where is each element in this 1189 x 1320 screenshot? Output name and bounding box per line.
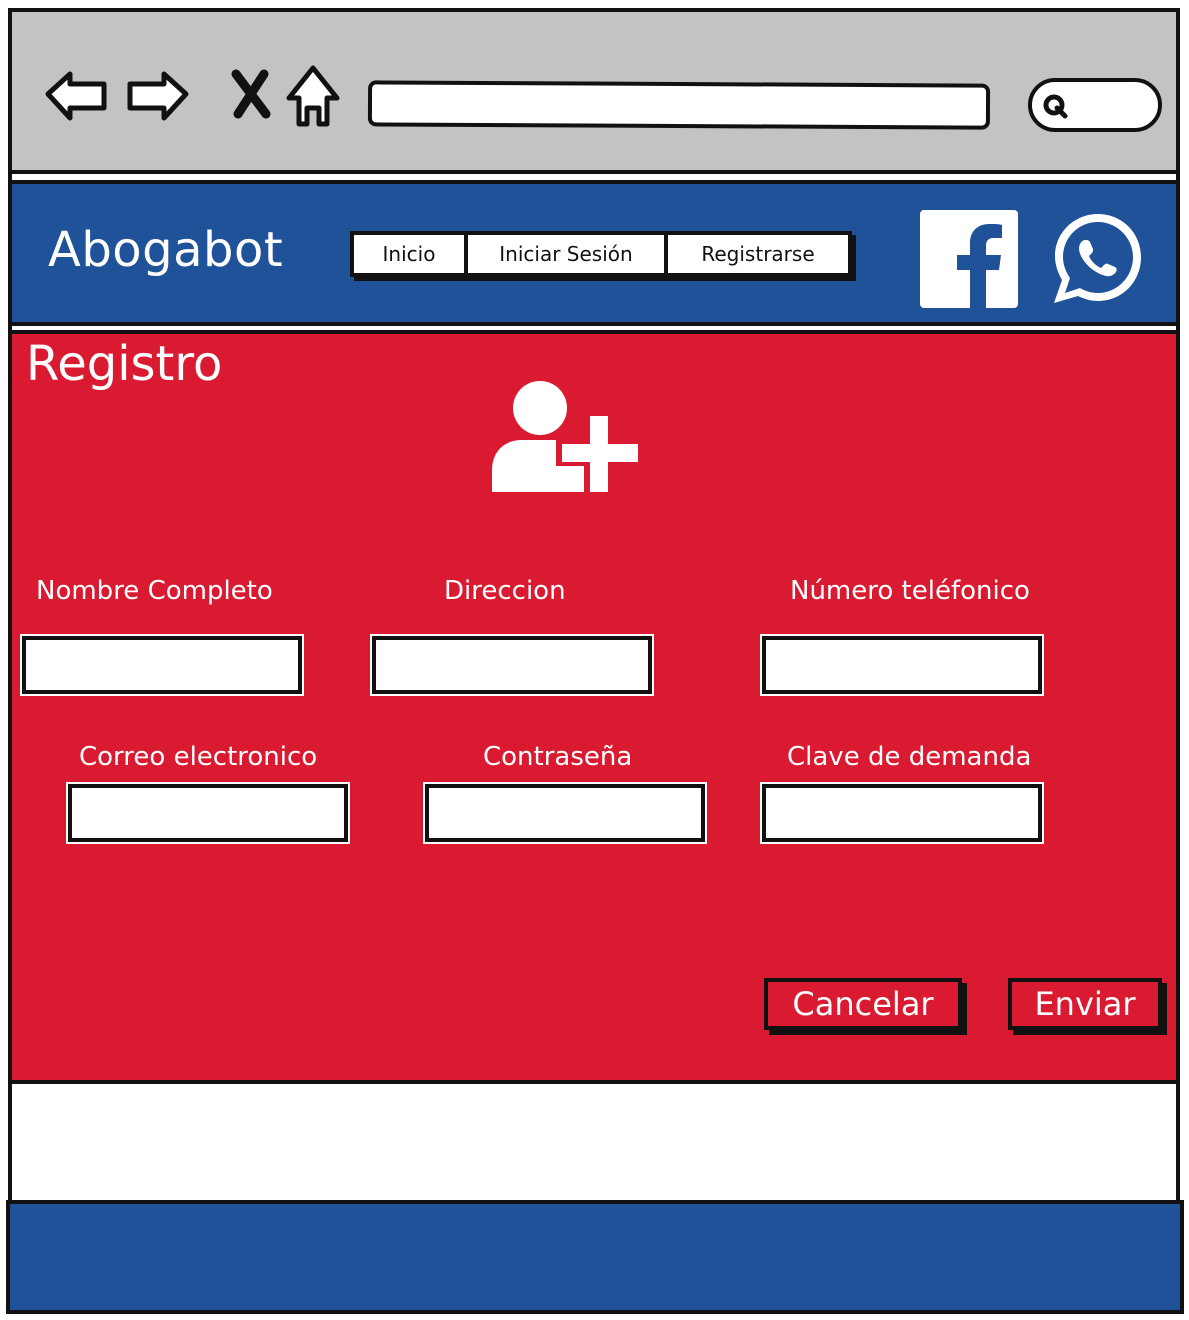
menu-item-inicio[interactable]: Inicio [354, 235, 468, 273]
forward-arrow-icon[interactable] [124, 64, 194, 134]
submit-button[interactable]: Enviar [1008, 978, 1162, 1030]
search-icon [1043, 94, 1068, 119]
field-label-nombre: Nombre Completo [36, 576, 273, 606]
direccion-input[interactable] [370, 634, 654, 696]
field-label-correo: Correo electronico [79, 742, 318, 772]
brand-logo[interactable]: Abogabot [48, 222, 283, 278]
main-menu: Inicio Iniciar Sesión Registrarse [350, 231, 852, 277]
registration-panel: Registro Nombre Completo Direccion Númer… [8, 330, 1180, 1084]
close-icon[interactable] [216, 64, 286, 134]
field-label-telefono: Número teléfonico [790, 576, 1030, 606]
user-add-icon [492, 381, 640, 494]
cancel-button[interactable]: Cancelar [764, 978, 962, 1030]
field-label-clave: Clave de demanda [787, 742, 1032, 772]
field-label-direccion: Direccion [444, 576, 566, 606]
contrasena-input[interactable] [423, 782, 707, 844]
menu-item-registrarse[interactable]: Registrarse [668, 235, 848, 273]
nombre-input[interactable] [20, 634, 304, 696]
browser-toolbar [8, 8, 1180, 174]
whatsapp-icon[interactable] [1048, 208, 1148, 308]
telefono-input[interactable] [760, 634, 1044, 696]
site-footer [6, 1200, 1184, 1314]
clave-demanda-input[interactable] [760, 782, 1044, 844]
facebook-icon[interactable] [920, 210, 1018, 308]
menu-item-iniciar-sesion[interactable]: Iniciar Sesión [468, 235, 668, 273]
correo-input[interactable] [66, 782, 350, 844]
home-icon[interactable] [278, 64, 348, 134]
content-spacer [8, 1084, 1180, 1202]
site-header: Abogabot Inicio Iniciar Sesión Registrar… [8, 180, 1180, 326]
field-label-contrasena: Contraseña [483, 742, 633, 772]
back-arrow-icon[interactable] [40, 64, 110, 134]
browser-search-box[interactable] [1028, 78, 1162, 132]
address-bar[interactable] [367, 80, 991, 130]
page-title: Registro [26, 336, 223, 392]
